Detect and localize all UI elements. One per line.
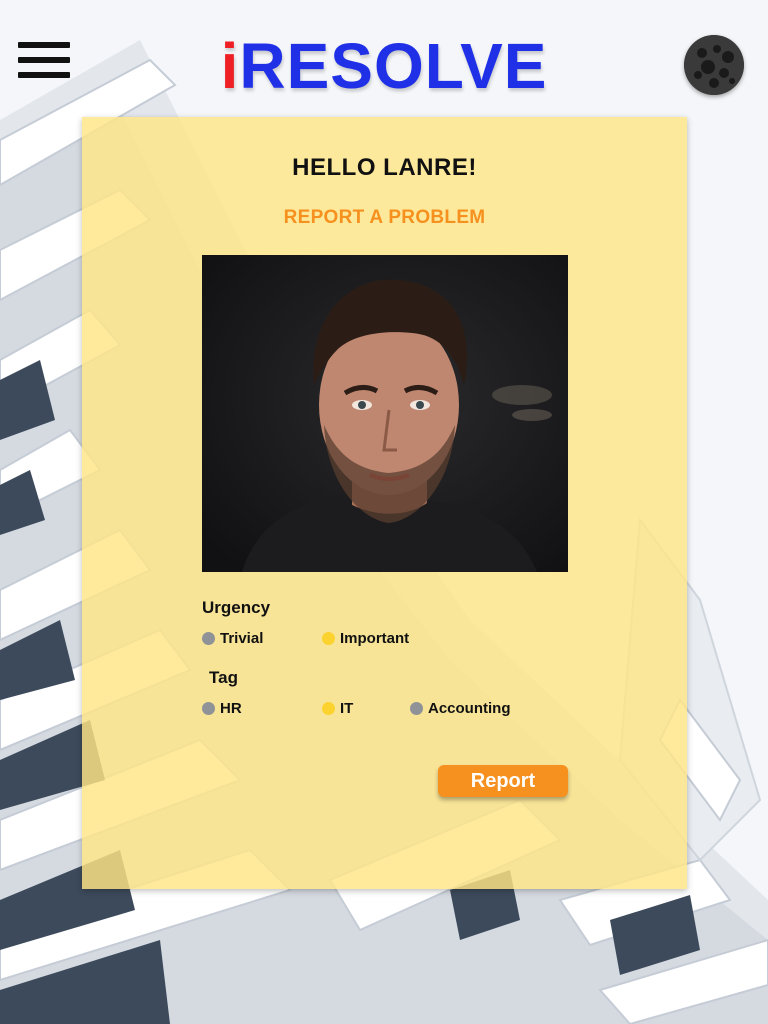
- tag-label: Tag: [209, 668, 238, 687]
- report-button[interactable]: Report: [438, 765, 568, 797]
- radio-selected-icon: [322, 701, 335, 715]
- avatar-icon: [684, 35, 744, 95]
- portrait-image: [202, 255, 568, 572]
- report-problem-subtitle: REPORT A PROBLEM: [283, 207, 486, 228]
- tag-option-label: Accounting: [428, 699, 511, 717]
- urgency-option-important[interactable]: Important: [322, 628, 409, 648]
- urgency-label: Urgency: [202, 598, 271, 617]
- report-panel: HELLO LANRE! REPORT A PROBLEM Urgency Tr…: [82, 117, 687, 889]
- logo-name: RESOLVE: [239, 30, 548, 102]
- tag-option-label: IT: [340, 699, 354, 717]
- app-screen: iRESOLVE HELLO LANRE! REPORT A PROBLEM U…: [0, 0, 768, 1024]
- radio-selected-icon: [322, 631, 335, 645]
- tag-option-it[interactable]: IT: [322, 698, 353, 718]
- radio-unselected-icon: [202, 631, 215, 645]
- urgency-option-trivial[interactable]: Trivial: [202, 628, 263, 648]
- app-logo: iRESOLVE: [0, 26, 768, 106]
- urgency-option-label: Important: [340, 629, 410, 647]
- urgency-option-label: Trivial: [220, 629, 264, 647]
- tag-option-label: HR: [220, 699, 242, 717]
- logo-prefix: i: [220, 30, 240, 102]
- radio-unselected-icon: [202, 701, 215, 715]
- tag-option-accounting[interactable]: Accounting: [410, 698, 511, 718]
- radio-unselected-icon: [410, 701, 423, 715]
- tag-option-hr[interactable]: HR: [202, 698, 242, 718]
- profile-avatar[interactable]: [684, 35, 744, 95]
- user-portrait-photo: [202, 255, 568, 572]
- greeting-heading: HELLO LANRE!: [292, 154, 477, 181]
